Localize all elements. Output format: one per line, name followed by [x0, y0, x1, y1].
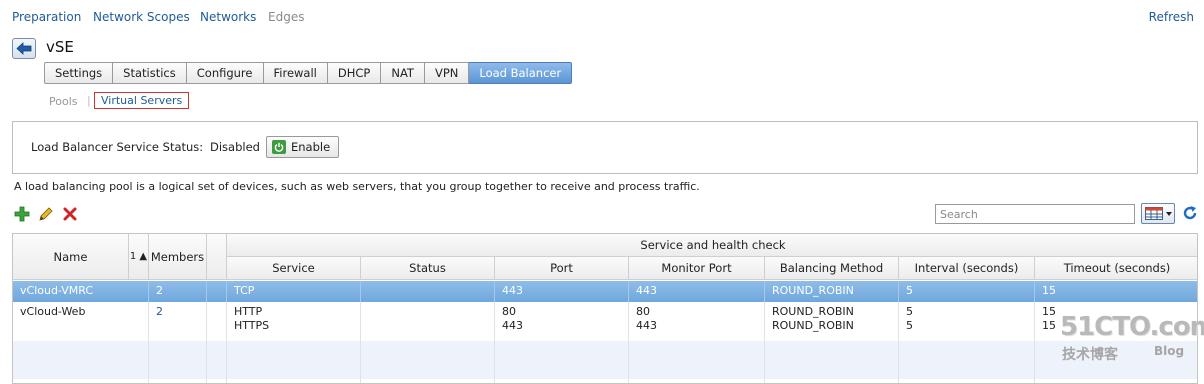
- cell-service: TCP: [227, 281, 361, 302]
- subtab-virtual-servers[interactable]: Virtual Servers: [94, 92, 190, 109]
- empty-row: [13, 379, 1197, 383]
- cell-monitor-port: 80 443: [629, 302, 765, 341]
- cell-balancing-method-line: ROUND_ROBIN: [772, 319, 854, 332]
- cell-service-line: HTTPS: [234, 319, 270, 332]
- edge-title: vSE: [46, 38, 74, 56]
- cell-service: HTTP HTTPS: [227, 302, 361, 341]
- column-header-balancing-method[interactable]: Balancing Method: [765, 257, 899, 280]
- nav-networks[interactable]: Networks: [200, 10, 256, 24]
- cell-monitor-port: 443: [629, 281, 765, 302]
- cell-name: vCloud-VMRC: [13, 281, 149, 302]
- tab-vpn[interactable]: VPN: [424, 62, 470, 84]
- description-text: A load balancing pool is a logical set o…: [14, 180, 700, 193]
- tab-configure[interactable]: Configure: [186, 62, 264, 84]
- cell-balancing-method-line: ROUND_ROBIN: [772, 305, 854, 318]
- cell-balancing-method: ROUND_ROBIN ROUND_ROBIN: [765, 302, 899, 341]
- cell-interval-line: 5: [906, 319, 913, 332]
- tab-settings[interactable]: Settings: [44, 62, 114, 84]
- table-row[interactable]: vCloud-Web 2 HTTP HTTPS 80 443 80 443 RO…: [13, 302, 1197, 341]
- column-header-status[interactable]: Status: [361, 257, 495, 280]
- enable-button[interactable]: Enable: [266, 136, 340, 158]
- column-header-name-label: Name: [53, 249, 88, 264]
- cell-balancing-method: ROUND_ROBIN: [765, 281, 899, 302]
- delete-icon[interactable]: [62, 206, 78, 222]
- service-status-panel: Load Balancer Service Status: Disabled E…: [12, 121, 1198, 174]
- cell-timeout: 15: [1042, 284, 1056, 297]
- cell-name: vCloud-Web: [13, 302, 149, 341]
- top-navigation: Preparation Network Scopes Networks Edge…: [0, 0, 1204, 34]
- column-header-members[interactable]: Members: [149, 234, 207, 280]
- nav-preparation[interactable]: Preparation: [12, 10, 81, 24]
- back-button[interactable]: [12, 38, 36, 59]
- subtab-pools[interactable]: Pools: [49, 95, 78, 108]
- tab-statistics[interactable]: Statistics: [113, 62, 187, 84]
- tab-bar: Settings Statistics Configure Firewall D…: [44, 62, 573, 84]
- column-chooser-icon: [1145, 207, 1172, 220]
- power-icon: [272, 140, 286, 154]
- column-header-port[interactable]: Port: [495, 257, 629, 280]
- cell-members[interactable]: 2: [149, 302, 207, 341]
- cell-monitor-port-line: 443: [636, 319, 657, 332]
- nav-network-scopes[interactable]: Network Scopes: [93, 10, 190, 24]
- cell-interval: 5: [899, 281, 1035, 302]
- column-header-members-label: Members: [150, 249, 205, 264]
- cell-service-line: HTTP: [234, 305, 263, 318]
- column-chooser-button[interactable]: [1141, 203, 1175, 224]
- tab-nat[interactable]: NAT: [381, 62, 425, 84]
- cell-monitor-port-line: 80: [636, 305, 650, 318]
- cell-port-line: 80: [502, 305, 516, 318]
- service-status-label: Load Balancer Service Status:: [31, 140, 204, 154]
- table-row[interactable]: vCloud-VMRC 2 TCP 443 443 ROUND_ROBIN 5 …: [13, 281, 1197, 302]
- empty-row: [13, 341, 1197, 379]
- cell-interval: 5 5: [899, 302, 1035, 341]
- back-arrow-icon: [16, 42, 32, 55]
- cell-timeout-line: 15: [1042, 319, 1056, 332]
- tab-dhcp[interactable]: DHCP: [327, 62, 382, 84]
- cell-members[interactable]: 2: [149, 281, 207, 302]
- cell-port: 443: [495, 281, 629, 302]
- column-header-name[interactable]: Name: [13, 234, 129, 280]
- sort-indicator[interactable]: 1 ▲: [129, 234, 149, 280]
- subtab-separator: |: [87, 94, 91, 107]
- column-header-spacer: [207, 234, 227, 280]
- cell-port-line: 443: [502, 319, 523, 332]
- cell-port: 80 443: [495, 302, 629, 341]
- column-header-service[interactable]: Service: [227, 257, 361, 280]
- virtual-servers-grid: Name 1 ▲ Members Service and health chec…: [12, 233, 1198, 384]
- cell-status: [361, 281, 495, 302]
- column-header-monitor-port[interactable]: Monitor Port: [629, 257, 765, 280]
- column-header-timeout[interactable]: Timeout (seconds): [1035, 257, 1197, 280]
- refresh-link[interactable]: Refresh: [1149, 10, 1194, 24]
- enable-button-label: Enable: [291, 140, 331, 154]
- cell-interval-line: 5: [906, 305, 913, 318]
- pencil-icon[interactable]: [38, 206, 54, 222]
- refresh-icon[interactable]: [1182, 205, 1198, 221]
- service-status-value: Disabled: [210, 140, 260, 154]
- column-header-interval[interactable]: Interval (seconds): [899, 257, 1035, 280]
- tab-load-balancer[interactable]: Load Balancer: [469, 62, 573, 84]
- cell-status: [361, 302, 495, 341]
- nav-edges[interactable]: Edges: [268, 10, 304, 24]
- cell-timeout: 15 15: [1035, 302, 1197, 341]
- tab-firewall[interactable]: Firewall: [263, 62, 328, 84]
- add-icon[interactable]: [14, 206, 30, 222]
- search-input[interactable]: [935, 204, 1135, 224]
- column-group-service-health: Service and health check: [227, 234, 1197, 257]
- cell-timeout-line: 15: [1042, 305, 1056, 318]
